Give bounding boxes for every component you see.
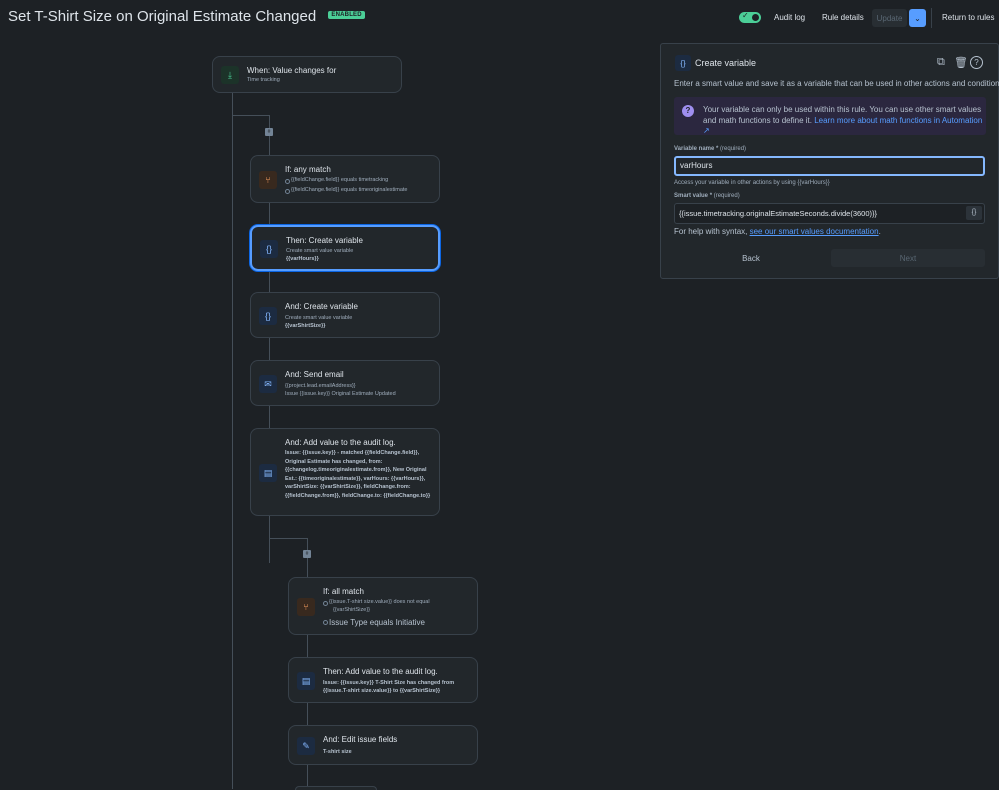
card-title: And: Add value to the audit log. (285, 438, 396, 447)
rule-enabled-toggle[interactable]: ✓ (739, 11, 761, 23)
branch-icon[interactable]: # (265, 128, 273, 136)
email-subject: Issue {{issue.key}} Original Estimate Up… (285, 391, 396, 397)
trigger-card[interactable]: ⤓ When: Value changes for Time tracking (212, 56, 402, 93)
update-button[interactable]: Update (872, 9, 907, 27)
panel-title: Create variable (695, 58, 757, 68)
braces-icon: {} (675, 55, 691, 71)
syntax-help: For help with syntax, see our smart valu… (674, 227, 881, 236)
card-title: When: Value changes for (247, 66, 337, 75)
update-dropdown-button[interactable]: ⌄ (909, 9, 926, 27)
pencil-icon: ✎ (297, 737, 315, 755)
action-card-edit-issue[interactable]: ✎ And: Edit issue fields T-shirt size (288, 725, 478, 765)
flow-line (232, 115, 270, 116)
variable-name: {{varHours}} (286, 256, 319, 262)
next-card-peek (295, 786, 377, 790)
condition-item: {{fieldChange.field}} equals timeorigina… (285, 187, 408, 194)
card-title: Then: Add value to the audit log. (323, 667, 438, 676)
card-title: Then: Create variable (286, 236, 363, 245)
branch-condition-icon: ⑂ (297, 598, 315, 616)
condition-card-any[interactable]: ⑂ If: any match {{fieldChange.field}} eq… (250, 155, 440, 203)
condition-item: {{fieldChange.field}} equals timetrackin… (284, 177, 389, 184)
chevron-down-icon: ⌄ (914, 13, 921, 23)
smart-values-docs-link[interactable]: see our smart values documentation (750, 227, 879, 236)
variable-name-label: Variable name * (required) (674, 146, 747, 152)
action-card-audit-log-2[interactable]: ▤ Then: Add value to the audit log. Issu… (288, 657, 478, 703)
back-button[interactable]: Back (674, 249, 828, 267)
info-message: ? Your variable can only be used within … (674, 97, 986, 135)
trash-icon[interactable]: 🗑 (954, 56, 968, 69)
action-card-create-variable-hours[interactable]: {} Then: Create variable Create smart va… (250, 225, 440, 271)
card-title: If: any match (285, 165, 331, 174)
create-variable-panel: {} Create variable ⧉ 🗑 ? Enter a smart v… (660, 43, 999, 279)
branch-icon[interactable]: # (303, 550, 311, 558)
action-card-send-email[interactable]: ✉ And: Send email {{project.lead.emailAd… (250, 360, 440, 406)
audit-log-message: Issue: {{issue.key}} T-Shirt Size has ch… (323, 680, 455, 686)
rule-details-link[interactable]: Rule details (822, 13, 864, 22)
help-icon[interactable]: ? (970, 56, 983, 69)
card-subtitle: T-shirt size (323, 749, 352, 755)
action-card-audit-log[interactable]: ▤ And: Add value to the audit log. Issue… (250, 428, 440, 516)
document-icon: ▤ (259, 464, 277, 482)
audit-log-message: Issue: {{issue.key}} - matched {{fieldCh… (285, 450, 431, 499)
document-icon: ▤ (297, 672, 315, 690)
check-icon: ✓ (742, 11, 749, 20)
variable-name-input[interactable]: varHours (674, 156, 985, 176)
card-title: And: Send email (285, 370, 344, 379)
audit-log-link[interactable]: Audit log (774, 13, 805, 22)
variable-name: {{varShirtSize}} (285, 323, 326, 329)
card-title: And: Edit issue fields (323, 735, 398, 744)
smart-value-label: Smart value * (required) (674, 193, 740, 199)
status-badge: ENABLED (328, 11, 365, 20)
card-subtitle: Time tracking (247, 77, 280, 83)
question-icon: ? (682, 105, 694, 117)
trigger-icon: ⤓ (221, 66, 239, 84)
condition-item-cont: {{varShirtSize}} (333, 607, 370, 613)
flow-line (269, 538, 307, 539)
branch-condition-icon: ⑂ (259, 171, 277, 189)
condition-item: Issue Type equals Initiative (323, 618, 425, 627)
audit-log-message: {{issue.T-shirt size.value}} to {{varShi… (323, 688, 441, 694)
condition-item: {{issue.T-shirt size.value}} does not eq… (323, 599, 430, 606)
next-button[interactable]: Next (831, 249, 985, 267)
copy-icon[interactable]: ⧉ (937, 56, 945, 69)
header-divider (931, 8, 932, 28)
card-title: And: Create variable (285, 302, 358, 311)
condition-card-all[interactable]: ⑂ If: all match {{issue.T-shirt size.val… (288, 577, 478, 635)
braces-icon: {} (259, 307, 277, 325)
card-title: If: all match (323, 587, 364, 596)
panel-description: Enter a smart value and save it as a var… (674, 79, 999, 88)
action-card-create-variable-shirtsize[interactable]: {} And: Create variable Create smart val… (250, 292, 440, 338)
page-title: Set T-Shirt Size on Original Estimate Ch… (8, 8, 365, 25)
return-to-rules-link[interactable]: Return to rules (942, 13, 994, 22)
flow-line (232, 93, 233, 789)
variable-hint: Access your variable in other actions by… (674, 180, 830, 186)
smart-value-picker-button[interactable]: {} (966, 206, 982, 220)
braces-icon: {} (260, 240, 278, 258)
smart-value-input[interactable]: {{issue.timetracking.originalEstimateSec… (674, 203, 985, 224)
mail-icon: ✉ (259, 375, 277, 393)
toggle-knob (752, 14, 759, 21)
